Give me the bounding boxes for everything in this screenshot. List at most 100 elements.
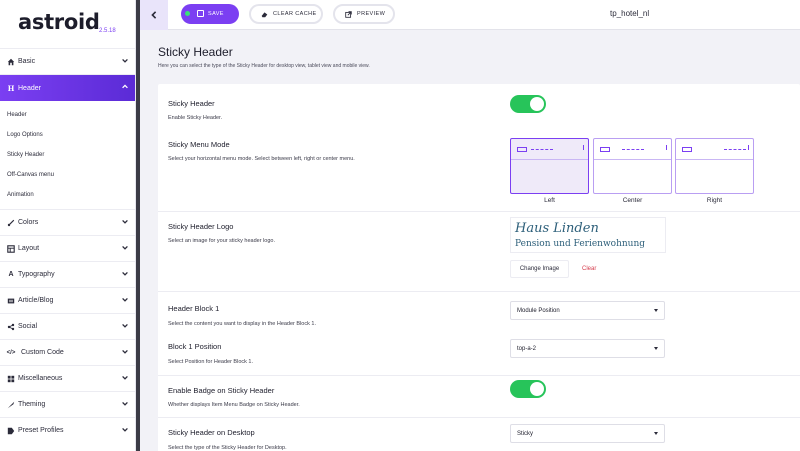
chevron-down-icon bbox=[122, 349, 128, 354]
sidebar-item-article-blog[interactable]: Article/Blog bbox=[0, 287, 135, 313]
submenu-item-logo-options[interactable]: Logo Options bbox=[0, 125, 135, 145]
setting-label: Sticky Menu Mode bbox=[168, 140, 230, 149]
toggle-knob bbox=[530, 97, 544, 111]
preview-button[interactable]: PREVIEW bbox=[333, 4, 395, 24]
chevron-down-icon bbox=[122, 219, 128, 224]
chevron-down-icon bbox=[122, 375, 128, 380]
code-icon: </> bbox=[6, 349, 16, 356]
page-title: Sticky Header bbox=[158, 45, 233, 59]
app-version: 2.5.18 bbox=[99, 28, 116, 34]
setting-description: Select an image for your sticky header l… bbox=[168, 238, 276, 244]
sidebar-item-label: Colors bbox=[18, 219, 39, 226]
main-content: Sticky Header Here you can select the ty… bbox=[140, 31, 800, 451]
theming-icon bbox=[6, 401, 16, 409]
submenu-item-off-canvas[interactable]: Off-Canvas menu bbox=[0, 165, 135, 185]
setting-description: Enable Sticky Header. bbox=[168, 115, 223, 121]
chevron-down-icon bbox=[122, 401, 128, 406]
caret-down-icon bbox=[654, 432, 658, 435]
sidebar-item-label: Basic bbox=[18, 58, 36, 65]
submenu-item-header[interactable]: Header bbox=[0, 105, 135, 125]
setting-label: Header Block 1 bbox=[168, 304, 220, 313]
typography-icon: A bbox=[8, 271, 14, 278]
enable-badge-toggle[interactable] bbox=[510, 380, 546, 398]
chevron-up-icon bbox=[122, 84, 128, 89]
sidebar-item-preset-profiles[interactable]: Preset Profiles bbox=[0, 417, 135, 443]
sticky-header-toggle[interactable] bbox=[510, 95, 546, 113]
sidebar-item-header[interactable]: H Header bbox=[0, 74, 135, 101]
chevron-down-icon bbox=[122, 271, 128, 276]
status-dot bbox=[185, 11, 190, 16]
clear-cache-button[interactable]: CLEAR CACHE bbox=[249, 4, 323, 24]
toggle-knob bbox=[530, 382, 544, 396]
sidebar-item-miscellaneous[interactable]: Miscellaneous bbox=[0, 365, 135, 391]
sidebar-item-label: Miscellaneous bbox=[18, 375, 63, 382]
home-icon bbox=[6, 58, 16, 66]
sidebar-item-typography[interactable]: A Typography bbox=[0, 261, 135, 287]
social-icon bbox=[6, 323, 16, 331]
setting-header-block-1: Header Block 1 Select the content you wa… bbox=[158, 291, 800, 334]
setting-description: Select the content you want to display i… bbox=[168, 321, 316, 327]
block-1-position-select[interactable]: top-a-2 bbox=[510, 339, 665, 358]
chevron-down-icon bbox=[122, 245, 128, 250]
sidebar-item-label: Social bbox=[18, 323, 38, 330]
header-block-1-select[interactable]: Module Position bbox=[510, 301, 665, 320]
submenu-item-sticky-header[interactable]: Sticky Header bbox=[0, 145, 135, 165]
brush-icon bbox=[6, 219, 16, 227]
setting-label: Sticky Header bbox=[168, 99, 215, 108]
caret-down-icon bbox=[654, 347, 658, 350]
sidebar-item-label: Preset Profiles bbox=[18, 427, 64, 434]
setting-description: Select Position for Header Block 1. bbox=[168, 359, 253, 365]
menu-mode-center-option[interactable] bbox=[593, 138, 672, 194]
external-link-icon bbox=[345, 10, 352, 18]
change-image-button[interactable]: Change Image bbox=[510, 260, 569, 278]
app-logo: astroid bbox=[18, 10, 100, 34]
sidebar-item-label: Layout bbox=[18, 245, 40, 252]
logo-image-text: Haus Linden bbox=[515, 221, 599, 236]
logo-placeholder bbox=[517, 147, 527, 152]
menu-mode-right-label: Right bbox=[706, 197, 723, 204]
layout-icon bbox=[6, 244, 16, 253]
article-icon bbox=[6, 297, 16, 305]
save-button[interactable]: SAVE bbox=[181, 4, 239, 24]
setting-sticky-logo: Sticky Header Logo Select an image for y… bbox=[158, 211, 800, 291]
menu-placeholder bbox=[622, 149, 644, 150]
chevron-down-icon bbox=[122, 58, 128, 63]
setting-description: Select your horizontal menu mode. Select… bbox=[168, 156, 355, 162]
sticky-desktop-select[interactable]: Sticky bbox=[510, 424, 665, 443]
sidebar-item-colors[interactable]: Colors bbox=[0, 209, 135, 235]
sidebar-item-theming[interactable]: Theming bbox=[0, 391, 135, 417]
menu-mode-right-option[interactable] bbox=[675, 138, 754, 194]
save-icon bbox=[197, 10, 204, 17]
sidebar-item-social[interactable]: Social bbox=[0, 313, 135, 339]
sidebar-item-label: Theming bbox=[18, 401, 46, 408]
logo-placeholder bbox=[600, 147, 610, 152]
setting-label: Block 1 Position bbox=[168, 342, 222, 351]
sidebar-item-basic[interactable]: Basic bbox=[0, 48, 135, 74]
sidebar-item-label: Header bbox=[18, 84, 41, 92]
menu-mode-center-label: Center bbox=[622, 197, 643, 204]
setting-sticky-desktop: Sticky Header on Desktop Select the type… bbox=[158, 417, 800, 451]
back-button[interactable] bbox=[140, 0, 168, 30]
clear-image-button[interactable]: Clear bbox=[582, 260, 596, 278]
sidebar-item-label: Typography bbox=[18, 271, 55, 278]
header-icon: H bbox=[7, 83, 15, 93]
site-name: tp_hotel_nl bbox=[610, 9, 650, 18]
menu-mode-left-label: Left bbox=[544, 197, 555, 204]
setting-description: Whether displays Item Menu Badge on Stic… bbox=[168, 402, 300, 408]
setting-sticky-header: Sticky Header Enable Sticky Header. bbox=[158, 84, 800, 124]
eraser-icon bbox=[261, 11, 268, 17]
page-subtitle: Here you can select the type of the Stic… bbox=[158, 63, 370, 69]
caret-down-icon bbox=[654, 309, 658, 312]
menu-mode-left-option[interactable] bbox=[510, 138, 589, 194]
chevron-down-icon bbox=[122, 297, 128, 302]
logo-placeholder bbox=[682, 147, 692, 152]
preset-icon bbox=[6, 427, 16, 435]
setting-label: Sticky Header on Desktop bbox=[168, 428, 255, 437]
sidebar-item-label: Custom Code bbox=[21, 349, 64, 356]
sidebar-item-layout[interactable]: Layout bbox=[0, 235, 135, 261]
setting-description: Select the type of the Sticky Header for… bbox=[168, 445, 287, 451]
logo-image-preview: Haus Linden Pension und Ferienwohnung bbox=[510, 217, 666, 253]
menu-placeholder bbox=[531, 149, 553, 150]
sidebar-item-custom-code[interactable]: </> Custom Code bbox=[0, 339, 135, 365]
submenu-item-animation[interactable]: Animation bbox=[0, 185, 135, 205]
